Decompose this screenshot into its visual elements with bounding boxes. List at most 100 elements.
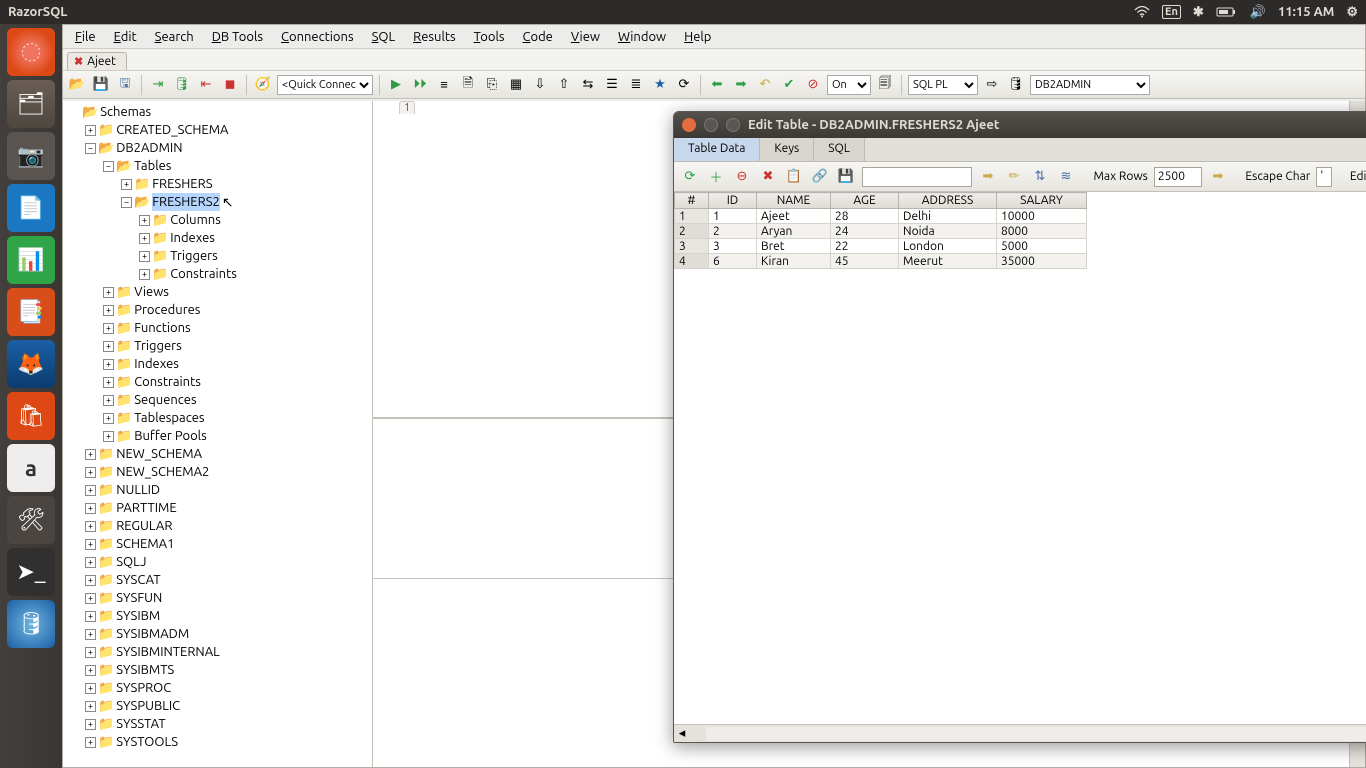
impress-icon[interactable]: 📑 [7,288,55,336]
cancel-icon[interactable]: ✖ [758,167,778,187]
expand-icon[interactable]: + [139,269,150,280]
cell[interactable]: Noida [899,224,997,239]
expand-icon[interactable]: + [103,287,114,298]
folder-open-icon[interactable]: 📂 [67,75,87,95]
expand-icon[interactable]: + [85,557,96,568]
export-icon[interactable]: ⇧ [554,75,574,95]
window-close-icon[interactable] [682,118,696,132]
cell[interactable]: 1 [709,209,757,224]
cell[interactable]: 22 [831,239,899,254]
import-icon[interactable]: ⇩ [530,75,550,95]
tree-schema[interactable]: SYSTOOLS [116,733,178,751]
expand-icon[interactable]: + [85,683,96,694]
column-header[interactable]: SALARY [997,193,1087,209]
new-tab-icon[interactable]: 🗎 [458,75,478,95]
tree-views[interactable]: Views [134,283,169,301]
column-header[interactable]: AGE [831,193,899,209]
tab-sql[interactable]: SQL [814,138,865,161]
page-icon[interactable]: 🗐 [875,75,895,95]
tree-schema[interactable]: PARTTIME [116,499,176,517]
stop-icon[interactable]: ◼ [220,75,240,95]
favorite-icon[interactable]: ★ [650,75,670,95]
run-icon[interactable]: ▶ [386,75,406,95]
software-center-icon[interactable]: 🛍 [7,392,55,440]
wifi-icon[interactable] [1134,6,1150,18]
tab-table-data[interactable]: Table Data [674,138,760,161]
menu-help[interactable]: Help [676,27,719,47]
menu-dbtools[interactable]: DB Tools [204,27,271,47]
expand-icon[interactable]: + [85,593,96,604]
dash-icon[interactable]: ◌ [7,28,55,76]
explain-icon[interactable]: ≡ [434,75,454,95]
row-number[interactable]: 4 [675,254,709,269]
go-icon[interactable]: ⇨ [982,75,1002,95]
nav-back-icon[interactable]: ⬅ [707,75,727,95]
column-header[interactable]: ADDRESS [899,193,997,209]
expand-icon[interactable]: + [85,467,96,478]
expand-icon[interactable]: + [103,395,114,406]
db-nav-icon[interactable]: 🧭 [253,75,273,95]
expand-icon[interactable]: + [103,359,114,370]
schema-select[interactable]: DB2ADMIN [1030,75,1150,95]
cell[interactable]: Meerut [899,254,997,269]
menu-connections[interactable]: Connections [273,27,362,47]
clock[interactable]: 11:15 AM [1278,5,1334,19]
tree-bufferpools[interactable]: Buffer Pools [134,427,207,445]
cell[interactable]: Kiran [757,254,831,269]
expand-icon[interactable]: + [85,125,96,136]
save-all-icon[interactable]: 🖫 [115,75,135,95]
expand-icon[interactable]: + [139,215,150,226]
cell[interactable]: 45 [831,254,899,269]
window-titlebar[interactable]: Edit Table - DB2ADMIN.FRESHERS2 Ajeet [674,112,1366,138]
expand-icon[interactable]: + [85,737,96,748]
menu-view[interactable]: View [563,27,608,47]
autocommit-select[interactable]: On [827,75,871,95]
calc-icon[interactable]: 📊 [7,236,55,284]
expand-icon[interactable]: + [85,539,96,550]
column-header[interactable]: ID [709,193,757,209]
tree-indexes[interactable]: Indexes [134,355,179,373]
row-number[interactable]: 1 [675,209,709,224]
cell[interactable]: 2 [709,224,757,239]
tree-schema[interactable]: NULLID [116,481,160,499]
run-all-icon[interactable]: ⏵⏵ [410,75,430,95]
expand-icon[interactable]: + [85,701,96,712]
delete-row-icon[interactable]: ⊖ [732,167,752,187]
schema-icon[interactable]: 🛢 [1006,75,1026,95]
new-query-icon[interactable]: ⎘ [482,75,502,95]
tree-tables[interactable]: Tables [134,157,171,175]
expand-icon[interactable]: + [85,449,96,460]
menu-sql[interactable]: SQL [364,27,404,47]
undo-icon[interactable]: ↶ [755,75,775,95]
tree-schema[interactable]: SYSIBMADM [116,625,189,643]
cell[interactable]: 10000 [997,209,1087,224]
razorsql-icon[interactable]: 🛢 [7,600,55,648]
window-minimize-icon[interactable] [704,118,718,132]
tree-sequences[interactable]: Sequences [134,391,196,409]
tree-schema[interactable]: SYSSTAT [116,715,165,733]
tree-schema[interactable]: SYSIBMTS [116,661,174,679]
nav-fwd-icon[interactable]: ➡ [731,75,751,95]
escape-input[interactable] [1316,167,1332,187]
expand-icon[interactable]: + [85,485,96,496]
bluetooth-icon[interactable]: ✱ [1193,5,1204,20]
save-icon[interactable]: 💾 [91,75,111,95]
expand-icon[interactable]: + [139,251,150,262]
expand-icon[interactable]: + [121,179,132,190]
cell[interactable]: London [899,239,997,254]
cell[interactable]: 35000 [997,254,1087,269]
amazon-icon[interactable]: a [7,444,55,492]
expand-icon[interactable]: + [103,413,114,424]
tree-functions[interactable]: Functions [134,319,190,337]
cell[interactable]: 5000 [997,239,1087,254]
expand-icon[interactable]: + [85,647,96,658]
column-header[interactable]: NAME [757,193,831,209]
collapse-icon[interactable]: − [85,143,96,154]
tree-schema[interactable]: SYSIBM [116,607,160,625]
refresh-icon[interactable]: ⟳ [680,167,700,187]
tree-table-freshers[interactable]: FRESHERS [152,175,212,193]
battery-icon[interactable] [1216,6,1238,18]
settings-icon[interactable]: 🛠 [7,496,55,544]
window-maximize-icon[interactable] [726,118,740,132]
format-icon[interactable]: ≣ [626,75,646,95]
